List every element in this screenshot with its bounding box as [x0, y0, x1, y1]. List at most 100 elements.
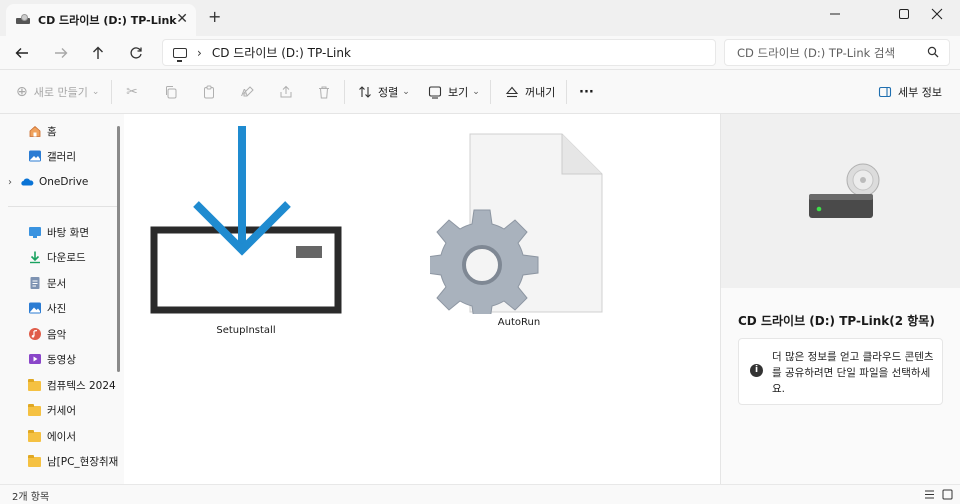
onedrive-icon — [21, 178, 34, 186]
file-name: SetupInstall — [216, 325, 276, 336]
refresh-icon — [130, 47, 142, 59]
maximize-icon — [899, 9, 909, 19]
tab-title: CD 드라이브 (D:) TP-Link — [38, 14, 177, 27]
divider — [344, 80, 345, 104]
file-item[interactable]: SetupInstall — [148, 124, 344, 336]
sidebar-scrollbar[interactable] — [117, 126, 120, 372]
rename-button[interactable]: A — [237, 82, 257, 102]
gallery-icon — [29, 150, 41, 162]
cd-drive-icon — [809, 163, 880, 218]
close-tab-icon[interactable]: ✕ — [176, 12, 188, 26]
more-icon: ··· — [579, 84, 594, 100]
eject-icon — [505, 86, 519, 98]
sort-button[interactable]: 정렬 ⌄ — [358, 80, 410, 104]
cd-drive-icon — [16, 14, 30, 25]
share-button[interactable] — [276, 82, 296, 102]
details-view-icon[interactable] — [924, 489, 935, 500]
home-icon — [29, 125, 41, 137]
divider — [566, 80, 567, 104]
info-icon: i — [750, 364, 763, 377]
large-icons-view-icon[interactable] — [942, 489, 953, 500]
item-count: 2개 항목 — [12, 492, 50, 503]
view-button[interactable]: 보기 ⌄ — [428, 80, 480, 104]
view-icon — [428, 86, 442, 99]
up-arrow-icon — [93, 46, 103, 59]
desktop-icon — [29, 227, 41, 238]
close-icon — [931, 8, 943, 20]
rename-icon: A — [241, 86, 254, 99]
minimize-button[interactable] — [812, 0, 858, 28]
details-pane-icon — [878, 86, 892, 98]
folder-icon — [28, 403, 42, 417]
chevron-down-icon: ⌄ — [402, 87, 410, 97]
settings-file-icon — [425, 133, 603, 321]
documents-icon — [30, 277, 40, 289]
cut-button[interactable]: ✂ — [122, 82, 142, 102]
sidebar-divider — [8, 206, 118, 207]
chevron-right-icon[interactable]: › — [197, 46, 202, 60]
up-button[interactable] — [86, 41, 110, 65]
pictures-icon — [29, 302, 41, 314]
tab-cd-drive[interactable]: CD 드라이브 (D:) TP-Link ✕ — [6, 4, 196, 36]
installer-icon — [150, 126, 342, 314]
title-bar: CD 드라이브 (D:) TP-Link ✕ + — [0, 0, 960, 36]
details-title: CD 드라이브 (D:) TP-Link(2 항목) — [738, 314, 935, 328]
details-pane-button[interactable]: 세부 정보 — [878, 80, 942, 104]
search-input[interactable]: CD 드라이브 (D:) TP-Link 검색 — [737, 45, 895, 61]
chevron-down-icon: ⌄ — [91, 87, 100, 97]
copy-icon — [166, 86, 177, 99]
back-button[interactable] — [10, 41, 34, 65]
chevron-down-icon: ⌄ — [472, 87, 480, 97]
more-options-button[interactable]: ··· — [579, 80, 594, 104]
file-name: AutoRun — [497, 317, 541, 328]
folder-icon — [28, 429, 42, 443]
details-label: 세부 정보 — [898, 86, 942, 99]
delete-button[interactable] — [314, 82, 334, 102]
status-bar: 2개 항목 — [0, 484, 960, 504]
download-icon — [30, 251, 40, 264]
videos-icon — [29, 354, 41, 364]
share-icon — [280, 85, 292, 98]
view-label: 보기 — [448, 86, 469, 99]
sidebar-item-onedrive[interactable]: › OneDrive — [8, 170, 126, 194]
cut-icon: ✂ — [126, 84, 138, 100]
new-label: 새로 만들기 — [33, 86, 88, 99]
new-button[interactable]: ⊕ 새로 만들기 ⌄ — [16, 80, 99, 104]
address-path[interactable]: CD 드라이브 (D:) TP-Link — [212, 44, 351, 61]
eject-label: 꺼내기 — [525, 86, 556, 99]
forward-arrow-icon — [55, 48, 68, 58]
refresh-button[interactable] — [124, 41, 148, 65]
trash-icon — [319, 86, 329, 99]
address-bar[interactable]: › CD 드라이브 (D:) TP-Link — [162, 39, 716, 66]
eject-button[interactable]: 꺼내기 — [505, 80, 555, 104]
file-item[interactable]: AutoRun — [425, 132, 608, 328]
add-circle-icon: ⊕ — [16, 84, 28, 100]
forward-button[interactable] — [49, 41, 73, 65]
back-arrow-icon — [15, 48, 28, 58]
new-tab-button[interactable]: + — [208, 9, 221, 25]
music-icon — [29, 328, 41, 340]
minimize-icon — [830, 13, 840, 15]
close-window-button[interactable] — [914, 0, 960, 28]
paste-icon — [204, 85, 214, 99]
this-pc-icon — [173, 47, 187, 62]
details-pane: CD 드라이브 (D:) TP-Link(2 항목) i 더 많은 정보를 얻고… — [720, 114, 960, 484]
navigation-pane: 홈 갤러리 › OneDrive 바탕 화면 📌 다운로드 📌 문서 📌 사진 … — [0, 114, 146, 484]
copy-button[interactable] — [161, 82, 181, 102]
sidebar-item-folder[interactable]: 남[PC_현장취재 — [28, 449, 118, 473]
sort-icon — [359, 86, 371, 98]
paste-button[interactable] — [199, 82, 219, 102]
search-icon — [927, 46, 939, 58]
command-bar: ⊕ 새로 만들기 ⌄ ✂ A 정렬 ⌄ 보기 ⌄ 꺼내기 ··· 세부 정보 — [0, 70, 960, 114]
folder-icon — [28, 454, 42, 468]
drive-preview — [721, 114, 960, 288]
file-list: SetupInstall AutoRun — [124, 114, 720, 484]
sort-label: 정렬 — [378, 86, 399, 99]
address-row: › CD 드라이브 (D:) TP-Link CD 드라이브 (D:) TP-L… — [0, 36, 960, 70]
folder-icon — [28, 378, 42, 392]
divider — [111, 80, 112, 104]
search-box[interactable]: CD 드라이브 (D:) TP-Link 검색 — [724, 39, 950, 66]
info-message: 더 많은 정보를 얻고 클라우드 콘텐츠를 공유하려면 단일 파일을 선택하세요… — [772, 351, 934, 395]
info-box: i 더 많은 정보를 얻고 클라우드 콘텐츠를 공유하려면 단일 파일을 선택하… — [738, 338, 943, 405]
chevron-right-icon[interactable]: › — [8, 177, 20, 188]
